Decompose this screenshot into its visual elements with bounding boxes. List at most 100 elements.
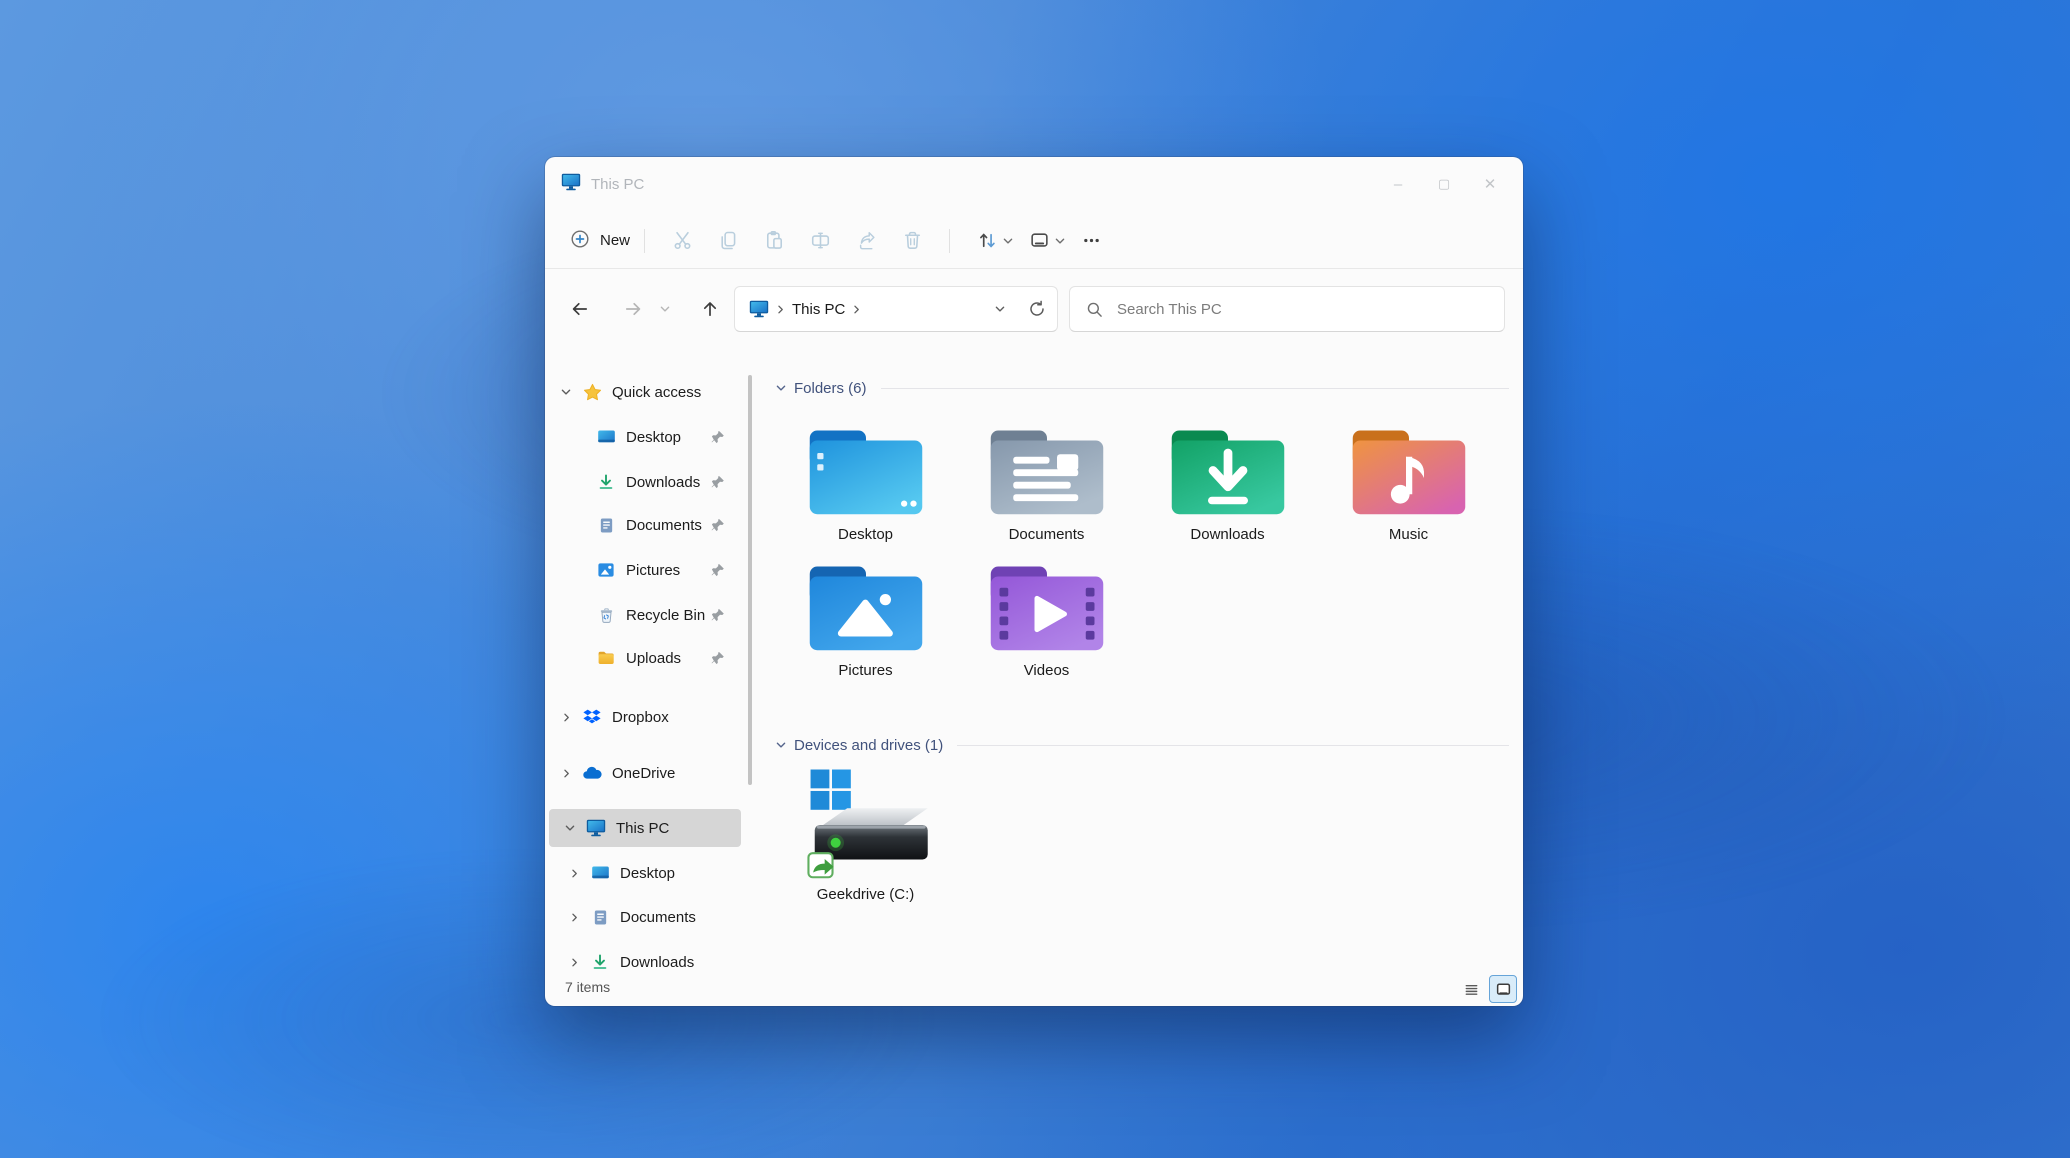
recent-locations-button[interactable]: [653, 293, 677, 325]
sidebar-item-label: OneDrive: [612, 764, 676, 782]
file-explorer-window: This PC –▢✕ New This PC Qui: [545, 157, 1523, 1006]
chevron-right-icon[interactable]: [567, 957, 581, 968]
delete-icon[interactable]: [889, 221, 935, 261]
download-icon: [589, 953, 611, 971]
maximize-button[interactable]: ▢: [1421, 165, 1467, 203]
section-divider: [957, 744, 1509, 746]
folder-documents-icon: [987, 423, 1107, 519]
chevron-right-icon[interactable]: [567, 868, 581, 879]
pin-icon[interactable]: [711, 475, 725, 489]
sidebar: Quick access Desktop Downloads Documents Pic…: [545, 349, 752, 972]
sidebar-item-quick-access[interactable]: Quick access: [545, 373, 745, 411]
address-bar[interactable]: This PC: [734, 286, 1058, 332]
sidebar-item-desktop[interactable]: Desktop: [545, 418, 745, 456]
chevron-down-icon[interactable]: [563, 822, 577, 834]
refresh-icon[interactable]: [1017, 289, 1057, 329]
star-icon: [581, 383, 603, 402]
large-icons-view-icon[interactable]: [1489, 975, 1517, 1003]
sidebar-item-documents[interactable]: Documents: [545, 506, 745, 544]
sidebar-item-recycle-bin[interactable]: Recycle Bin: [545, 596, 745, 634]
sidebar-item-desktop[interactable]: Desktop: [545, 854, 745, 892]
chevron-down-icon[interactable]: [559, 386, 573, 398]
tile-label: Desktop: [837, 526, 894, 543]
tile-label: Geekdrive (C:): [816, 886, 915, 903]
sidebar-item-label: Desktop: [626, 428, 682, 446]
sidebar-item-label: Downloads: [626, 473, 701, 491]
sidebar-item-onedrive[interactable]: OneDrive: [545, 754, 745, 792]
plus-circle-icon: [570, 229, 590, 253]
search-input[interactable]: [1115, 299, 1449, 319]
minimize-button[interactable]: –: [1375, 165, 1421, 203]
chevron-right-icon[interactable]: [851, 304, 862, 315]
document-icon: [589, 909, 611, 926]
tile-desktop[interactable]: Desktop: [775, 407, 956, 543]
folder-videos-icon: [987, 559, 1107, 655]
pin-icon[interactable]: [711, 518, 725, 532]
up-button[interactable]: [693, 293, 727, 325]
sidebar-item-label: Documents: [620, 908, 696, 926]
sidebar-item-label: Documents: [626, 516, 702, 534]
navigation-bar: This PC: [545, 269, 1523, 349]
tile-pictures[interactable]: Pictures: [775, 543, 956, 679]
download-icon: [595, 473, 617, 491]
list-view-icon[interactable]: [1458, 976, 1484, 1002]
recycle-bin-icon: [595, 607, 617, 624]
pin-icon[interactable]: [711, 608, 725, 622]
items-count: 7 items: [565, 979, 611, 995]
desktop-icon: [589, 865, 611, 882]
chevron-down-icon[interactable]: [775, 382, 787, 394]
more-icon[interactable]: [1068, 221, 1114, 261]
close-button[interactable]: ✕: [1467, 165, 1513, 203]
sidebar-item-downloads[interactable]: Downloads: [545, 463, 745, 501]
tile-documents[interactable]: Documents: [956, 407, 1137, 543]
window-title: This PC: [591, 176, 645, 193]
document-icon: [595, 517, 617, 534]
drive-windows-icon: [798, 769, 934, 883]
tile-label: Documents: [1008, 526, 1085, 543]
titlebar[interactable]: This PC – ▢ ✕: [545, 157, 1523, 213]
chevron-down-icon: [1002, 235, 1014, 247]
folder-music-icon: [1349, 423, 1469, 519]
computer-icon: [749, 300, 769, 318]
rename-icon[interactable]: [797, 221, 843, 261]
window-controls: – ▢ ✕: [1375, 165, 1513, 203]
chevron-right-icon[interactable]: [567, 912, 581, 923]
paste-icon[interactable]: [751, 221, 797, 261]
share-icon[interactable]: [843, 221, 889, 261]
forward-button[interactable]: [616, 293, 650, 325]
new-button[interactable]: New: [570, 229, 630, 253]
section-divider: [880, 387, 1509, 389]
tile-geekdrive-c-[interactable]: Geekdrive (C:): [775, 757, 956, 903]
tile-videos[interactable]: Videos: [956, 543, 1137, 679]
sidebar-item-label: Desktop: [620, 864, 676, 882]
breadcrumb[interactable]: This PC: [792, 301, 845, 318]
chevron-down-icon[interactable]: [775, 739, 787, 751]
copy-icon[interactable]: [705, 221, 751, 261]
search-box[interactable]: [1069, 286, 1505, 332]
sidebar-item-pictures[interactable]: Pictures: [545, 551, 745, 589]
sidebar-item-dropbox[interactable]: Dropbox: [545, 698, 745, 736]
pin-icon[interactable]: [711, 430, 725, 444]
sidebar-item-label: Pictures: [626, 561, 681, 579]
tile-downloads[interactable]: Downloads: [1137, 407, 1318, 543]
sidebar-item-uploads[interactable]: Uploads: [545, 639, 745, 677]
back-button[interactable]: [563, 293, 597, 325]
folder-pictures-icon: [806, 559, 926, 655]
sidebar-item-this-pc[interactable]: This PC: [549, 809, 741, 847]
desktop-icon: [595, 429, 617, 446]
cut-icon[interactable]: [659, 221, 705, 261]
tiles-grid: Desktop Documents Downloads Music Pictures Vi…: [775, 407, 1535, 679]
sidebar-item-label: This PC: [616, 819, 670, 837]
section-header-folders[interactable]: Folders (6): [775, 370, 1509, 406]
pin-icon[interactable]: [711, 651, 725, 665]
this-pc-icon: [561, 173, 581, 196]
tile-music[interactable]: Music: [1318, 407, 1499, 543]
address-dropdown-chevron-icon[interactable]: [983, 289, 1017, 329]
tiles-grid: Geekdrive (C:): [775, 757, 1535, 903]
folder-icon: [595, 649, 617, 667]
tile-label: Videos: [1023, 662, 1070, 679]
chevron-right-icon[interactable]: [559, 712, 573, 723]
pin-icon[interactable]: [711, 563, 725, 577]
sidebar-item-documents[interactable]: Documents: [545, 898, 745, 936]
chevron-right-icon[interactable]: [559, 768, 573, 779]
